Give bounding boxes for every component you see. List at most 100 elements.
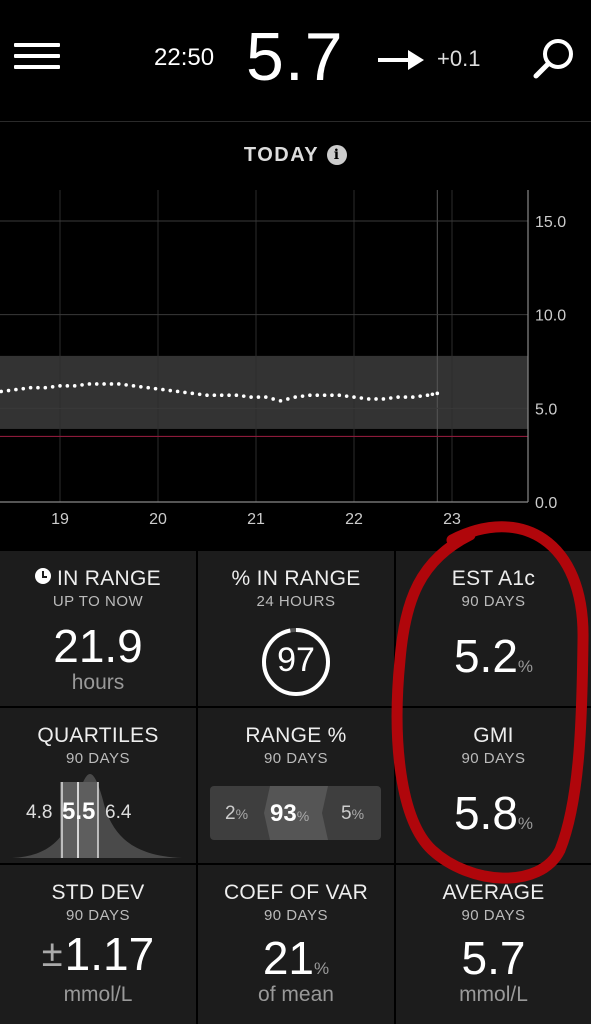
top-bar: 22:50 5.7 +0.1 [0,0,591,122]
glucose-delta: +0.1 [437,46,481,71]
range-in-row: 93% [270,800,309,828]
tile-in-range[interactable]: IN RANGE UP TO NOW 21.9 hours [0,551,196,706]
tile-coef-var-label: COEF OF VAR [223,881,369,904]
tile-gmi-sub: 90 DAYS [461,750,526,767]
glucose-point [205,393,209,398]
tile-gmi-label: GMI [473,724,514,747]
tile-gmi[interactable]: GMI 90 DAYS 5.8% [396,708,591,863]
glucose-point [161,387,165,392]
tile-quartiles[interactable]: QUARTILES 90 DAYS 4.8 5.5 6.4 [0,708,196,863]
tile-in-range-unit: hours [71,671,125,694]
tile-pct-in-range-label: % IN RANGE [231,567,361,590]
tile-coef-var-unit: of mean [258,983,334,1006]
hamburger-menu-icon[interactable] [14,43,60,73]
y-tick-label: 10.0 [535,308,566,325]
glucose-point [117,382,121,386]
tile-std-dev-sub: 90 DAYS [65,907,131,924]
tile-coef-var-value-row: 21% [198,931,394,985]
info-icon[interactable]: i [327,145,348,165]
glucose-point [80,383,84,387]
glucose-point [425,393,430,398]
chart-title-text: TODAY [243,144,320,166]
glucose-point [102,382,106,386]
glucose-point [359,396,364,400]
tile-range-pct[interactable]: RANGE % 90 DAYS 2% 93% 5% [198,708,394,863]
tile-average-value: 5.7 [461,932,526,984]
y-tick-label: 15.0 [535,214,566,231]
glucose-point [153,386,158,391]
glucose-point [190,391,195,396]
range-high-row: 5% [341,803,364,825]
glucose-point [396,395,400,399]
glucose-point [403,395,408,399]
glucose-point [418,394,422,398]
glucose-point [168,388,173,393]
glucose-point [411,395,415,399]
glucose-point [322,393,327,398]
tile-pct-in-range[interactable]: % IN RANGE 24 HOURS 97 [198,551,394,706]
glucose-point [388,396,393,400]
glucose-point [366,397,371,401]
glucose-point [139,384,143,389]
range-low-row: 2% [225,803,248,825]
glucose-point [65,384,70,388]
tile-average-sub: 90 DAYS [461,907,526,924]
range-high-unit: % [351,806,365,822]
tile-std-dev[interactable]: STD DEV 90 DAYS ±1.17 mmol/L [0,865,196,1024]
y-tick-label: 0.0 [535,495,557,512]
glucose-point [197,392,202,397]
search-icon[interactable] [532,36,576,80]
glucose-point [183,390,187,395]
glucose-point [28,385,33,390]
clock-icon [35,568,52,584]
range-low: 2 [225,803,236,824]
glucose-point [146,385,150,390]
glucose-point [337,393,342,398]
glucose-point [308,393,312,398]
tile-gmi-unit: % [517,814,534,833]
range-in: 93 [270,800,297,827]
tile-in-range-title: IN RANGE [0,567,196,591]
tile-coef-var[interactable]: COEF OF VAR 90 DAYS 21% of mean [198,865,394,1024]
arrow-right-icon [378,50,424,70]
glucose-point [381,397,386,401]
tile-est-a1c[interactable]: EST A1c 90 DAYS 5.2% [396,551,591,706]
x-tick-label: 21 [247,511,265,528]
tile-coef-var-pct: % [314,959,330,978]
quartile-high: 6.4 [105,802,132,823]
tile-average-label: AVERAGE [442,881,545,904]
glucose-point [43,385,48,390]
tile-quartiles-sub: 90 DAYS [65,750,131,767]
x-tick-label: 20 [149,511,167,528]
glucose-point [212,393,217,398]
tile-est-a1c-label: EST A1c [451,567,536,590]
target-range-band [0,355,528,429]
glucose-point [87,382,92,386]
tile-average[interactable]: AVERAGE 90 DAYS 5.7 mmol/L [396,865,591,1024]
tile-est-a1c-value: 5.2 [453,630,518,682]
tile-in-range-sub: UP TO NOW [52,593,144,610]
tile-range-pct-label: RANGE % [245,724,347,747]
glucose-point [6,388,11,393]
glucose-point [58,384,62,388]
tile-gmi-value: 5.8 [453,787,518,839]
glucose-chart[interactable]: 19 20 21 22 23 15.0 10.0 5.0 0.0 [0,180,591,530]
glucose-point [256,395,261,399]
tile-pct-in-range-value: 97 [277,641,315,679]
glucose-point [344,394,349,398]
glucose-point [21,386,26,391]
plus-minus-sign: ± [41,933,63,975]
glucose-point [430,392,435,397]
tile-coef-var-sub: 90 DAYS [263,907,329,924]
y-tick-label: 5.0 [535,401,557,418]
glucose-point [249,395,253,399]
glucose-point [175,389,180,394]
tile-in-range-value: 21.9 [53,620,143,672]
quartile-median: 5.5 [62,798,96,825]
glucose-point [241,394,246,398]
tile-est-a1c-sub: 90 DAYS [461,593,526,610]
glucose-point [286,397,290,401]
range-low-unit: % [235,806,249,822]
glucose-point [374,397,378,401]
tile-average-unit: mmol/L [459,983,528,1006]
